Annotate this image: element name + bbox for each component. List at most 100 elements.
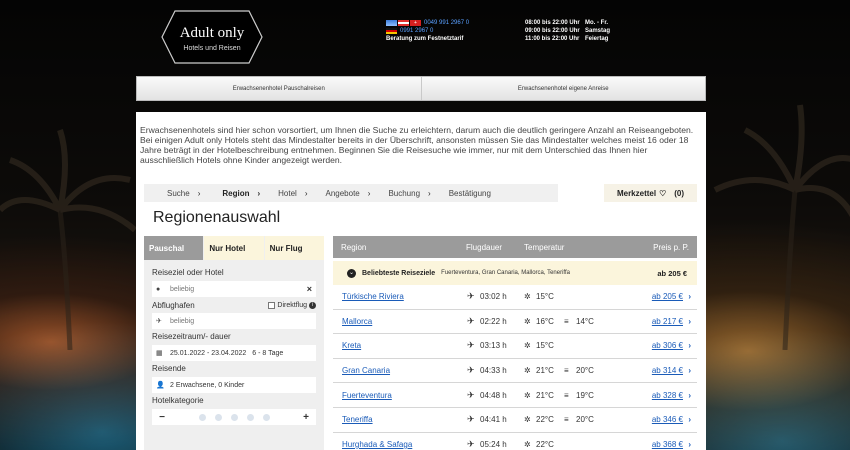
star-dot[interactable] — [214, 413, 222, 421]
direct-flight-label: Direktflug — [277, 302, 307, 309]
price-link[interactable]: ab 328 € › — [616, 391, 697, 400]
flag-icon — [398, 20, 409, 26]
region-link[interactable]: Fuerteventura — [333, 391, 467, 400]
popular-price: ab 205 € — [657, 268, 687, 278]
region-link[interactable]: Hurghada & Safaga — [333, 440, 467, 449]
phone-row-international: + 0049 991 2967 0 — [386, 19, 469, 27]
tab-nur-flug[interactable]: Nur Flug — [264, 236, 324, 260]
plane-icon: ✈ — [467, 414, 475, 425]
step-label: Hotel — [278, 188, 297, 198]
category-dots — [168, 413, 300, 421]
water-temp: 20°C — [576, 366, 594, 376]
departure-placeholder: beliebig — [170, 317, 195, 325]
step-label: Angebote — [325, 188, 360, 198]
tab-pauschal[interactable]: Pauschal — [144, 236, 204, 260]
tab-nur-hotel[interactable]: Nur Hotel — [204, 236, 264, 260]
col-region: Region — [341, 242, 367, 252]
phone-germany[interactable]: 0991 2967 0 — [400, 27, 433, 35]
region-link[interactable]: Türkische Riviera — [333, 292, 467, 301]
user-icon: 👤 — [156, 382, 165, 389]
price-value: ab 205 € — [651, 292, 683, 302]
site-logo[interactable]: Adult only Hotels und Reisen — [161, 10, 263, 64]
water-temp: 20°C — [576, 415, 594, 425]
region-link[interactable]: Kreta — [333, 341, 467, 350]
step-suche[interactable]: Suche › — [167, 189, 200, 198]
star-dot[interactable] — [198, 413, 206, 421]
heart-icon: ♡ — [659, 188, 667, 198]
contact-info: + 0049 991 2967 0 0991 2967 0 Beratung z… — [386, 19, 469, 43]
air-temp: 15°C — [536, 292, 554, 302]
price-link[interactable]: ab 314 € › — [616, 366, 697, 375]
star-dot[interactable] — [262, 413, 270, 421]
price-value: ab 368 € — [651, 439, 683, 449]
plane-icon: ✈ — [156, 318, 162, 325]
plus-icon[interactable]: + — [300, 412, 312, 423]
step-angebote: Angebote › — [326, 189, 371, 198]
minus-icon[interactable]: − — [156, 412, 168, 423]
popular-title: Beliebteste Reiseziele — [362, 269, 436, 277]
chevron-down-icon: ⌄ — [347, 268, 356, 278]
water-temp: 14°C — [576, 316, 594, 326]
step-label: Bestätigung — [448, 188, 491, 198]
flight-duration: 04:33 h — [480, 366, 507, 376]
consult-note: Beratung zum Festnetztarif — [386, 36, 464, 42]
page-title: Regionenauswahl — [153, 209, 281, 226]
price-link[interactable]: ab 217 € › — [616, 317, 697, 326]
price-value: ab 328 € — [651, 390, 683, 400]
table-row: Teneriffa ✈ 04:41 h ✲ 22°C ≡ 20°C ab 346… — [333, 408, 697, 433]
opening-hours: 08:00 bis 22:00 Uhr Mo. - Fr. 09:00 bis 2… — [525, 19, 610, 43]
nav-pauschalreisen[interactable]: Erwachsenenhotel Pauschalreisen — [137, 77, 421, 100]
region-link[interactable]: Teneriffa — [333, 415, 467, 424]
chevron-right-icon: › — [688, 366, 691, 376]
step-region[interactable]: Region › — [222, 189, 260, 198]
period-value: 25.01.2022 - 23.04.2022 — [170, 349, 247, 357]
sun-icon: ✲ — [524, 439, 531, 449]
star-dot[interactable] — [246, 413, 254, 421]
table-row: Kreta ✈ 03:13 h ✲ 15°C ab 306 € › — [333, 334, 697, 359]
region-link[interactable]: Mallorca — [333, 317, 467, 326]
plane-icon: ✈ — [467, 291, 475, 302]
chevron-right-icon: › — [688, 316, 691, 326]
intro-text: Erwachsenenhotels sind hier schon vorsor… — [140, 125, 694, 165]
nav-eigene-anreise[interactable]: Erwachsenenhotel eigene Anreise — [420, 77, 706, 100]
logo-title: Adult only — [179, 25, 245, 41]
chevron-right-icon: › — [688, 415, 691, 425]
price-value: ab 346 € — [651, 415, 683, 425]
table-row: Mallorca ✈ 02:22 h ✲ 16°C ≡ 14°C ab 217 … — [333, 310, 697, 335]
air-temp: 22°C — [536, 415, 554, 425]
flag-germany-icon — [386, 28, 397, 34]
plane-icon: ✈ — [467, 438, 475, 449]
chevron-right-icon: › — [688, 341, 691, 351]
price-link[interactable]: ab 205 € › — [616, 292, 697, 301]
price-link[interactable]: ab 368 € › — [616, 440, 697, 449]
merkzettel-button[interactable]: Merkzettel ♡ (0) — [604, 184, 697, 202]
air-temp: 21°C — [536, 366, 554, 376]
info-icon[interactable]: i — [309, 302, 316, 309]
table-row: Hurghada & Safaga ✈ 05:24 h ✲ 22°C ab 36… — [333, 433, 697, 450]
air-temp: 15°C — [536, 341, 554, 351]
logo-subtitle: Hotels und Reisen — [183, 45, 241, 52]
travelers-input[interactable]: 👤 2 Erwachsene, 0 Kinder — [152, 377, 316, 393]
star-dot[interactable] — [230, 413, 238, 421]
phone-row-germany: 0991 2967 0 — [386, 27, 469, 35]
hours-time: 08:00 bis 22:00 Uhr — [525, 20, 580, 26]
destination-placeholder: beliebig — [170, 285, 195, 293]
merkzettel-count: (0) — [674, 188, 685, 198]
air-temp: 22°C — [536, 439, 554, 449]
price-link[interactable]: ab 346 € › — [616, 415, 697, 424]
flight-duration: 04:41 h — [480, 415, 507, 425]
clear-icon[interactable]: × — [307, 284, 312, 294]
destination-input[interactable]: ● beliebig × — [152, 281, 316, 297]
step-hotel: Hotel › — [278, 189, 307, 198]
checkbox-icon — [268, 302, 276, 309]
water-icon: ≡ — [564, 316, 569, 326]
region-link[interactable]: Gran Canaria — [333, 366, 467, 375]
phone-international[interactable]: 0049 991 2967 0 — [424, 19, 469, 27]
direct-flight-checkbox[interactable]: Direktflug i — [268, 302, 316, 309]
price-link[interactable]: ab 306 € › — [616, 341, 697, 350]
period-input[interactable]: ▦ 25.01.2022 - 23.04.2022 6 - 8 Tage — [152, 345, 316, 361]
departure-input[interactable]: ✈ beliebig — [152, 313, 316, 329]
step-label: Suche — [167, 188, 190, 198]
flight-duration: 03:13 h — [480, 341, 507, 351]
popular-destinations-row[interactable]: ⌄ Beliebteste Reiseziele Fuerteventura, … — [333, 261, 697, 285]
